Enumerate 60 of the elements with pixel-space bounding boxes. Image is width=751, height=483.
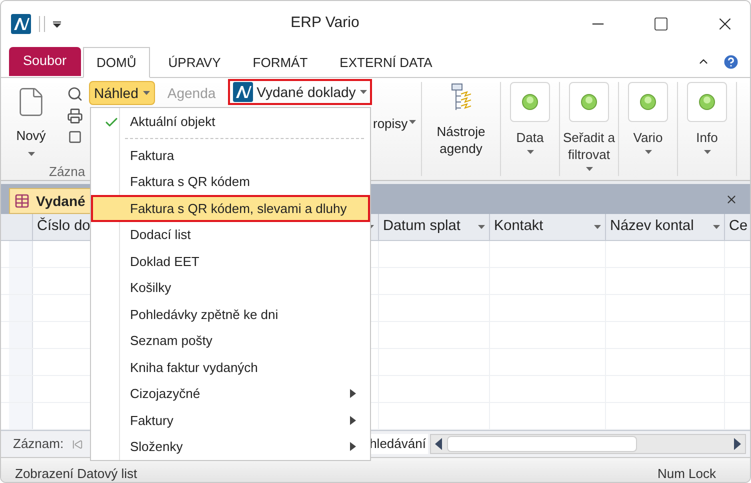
ribbon-button[interactable]	[510, 82, 550, 122]
status-indicator: Num Lock	[657, 464, 716, 482]
column-header[interactable]: Ce	[725, 214, 750, 240]
preview-icon[interactable]	[67, 86, 83, 102]
partial-button-label[interactable]: ropisy	[373, 114, 408, 134]
submenu-arrow-icon	[350, 416, 356, 425]
ribbon-button[interactable]	[687, 82, 727, 122]
menu-item[interactable]: Faktura s QR kódem, slevami a dluhy	[91, 195, 370, 222]
submenu-arrow-icon	[350, 442, 356, 452]
horizontal-scrollbar[interactable]	[430, 434, 746, 454]
preview-dropdown[interactable]: Náhled	[89, 81, 156, 105]
menu-item[interactable]: Dodací list	[91, 222, 370, 248]
status-text: Zobrazení Datový list	[15, 464, 138, 482]
print-icon[interactable]	[67, 108, 83, 124]
group-label: Zázna	[49, 163, 86, 181]
menu-item[interactable]: Kniha faktur vydaných	[91, 354, 370, 380]
status-light-icon	[640, 94, 656, 110]
logo-icon	[232, 82, 253, 102]
table-icon	[14, 193, 30, 209]
menu-item[interactable]: Seznam pošty	[91, 328, 370, 354]
menu-item[interactable]: Složenky	[91, 434, 370, 460]
column-header[interactable]: Datum splat	[379, 214, 490, 240]
scroll-thumb[interactable]	[446, 436, 637, 452]
tree-icon	[451, 83, 471, 113]
logo-icon	[11, 14, 31, 34]
tools-button[interactable]: Nástroje agendy	[431, 123, 491, 157]
column-header[interactable]: Název kontal	[606, 214, 725, 240]
button-label: Data	[515, 129, 545, 146]
status-light-icon	[522, 94, 538, 110]
menu-item[interactable]: Doklad EET	[91, 248, 370, 274]
menu-item[interactable]: Faktury	[91, 407, 370, 434]
record-label: Záznam:	[13, 435, 64, 454]
ribbon-tab[interactable]: FORMÁT	[238, 47, 322, 78]
ribbon-tab[interactable]: DOMŮ	[82, 47, 150, 78]
menu-item[interactable]: Košilky	[91, 274, 370, 301]
file-tab[interactable]: Soubor	[9, 47, 81, 76]
menu-item[interactable]: Cizojazyčné	[91, 380, 370, 407]
status-light-icon	[699, 94, 715, 110]
ribbon-button[interactable]	[569, 82, 609, 122]
maximize-icon[interactable]	[653, 16, 669, 32]
ribbon-tab[interactable]: EXTERNÍ DATA	[326, 47, 446, 78]
button-label: Seřadit a filtrovat	[562, 129, 616, 163]
help-icon[interactable]	[722, 53, 740, 71]
button-label: Vario	[632, 129, 664, 146]
menu-item[interactable]: Aktuální objekt	[91, 108, 370, 136]
window-title: ERP Vario	[290, 14, 360, 32]
menu-item[interactable]: Faktura	[91, 142, 370, 168]
first-record-icon[interactable]	[72, 438, 83, 450]
menu-item[interactable]: Pohledávky zpětně ke dni	[91, 301, 370, 328]
new-button[interactable]: Nový	[16, 126, 46, 146]
status-light-icon	[581, 94, 597, 110]
documents-dropdown[interactable]: Vydané doklady	[228, 79, 372, 105]
page-icon[interactable]	[68, 130, 82, 144]
ribbon-button[interactable]	[628, 82, 668, 122]
button-label: Info	[695, 129, 719, 146]
close-document-icon[interactable]	[725, 193, 738, 206]
submenu-arrow-icon	[350, 389, 356, 398]
dropdown-icon[interactable]	[53, 20, 61, 28]
ribbon-tab[interactable]: ÚPRAVY	[154, 47, 235, 78]
column-header[interactable]: Kontakt	[490, 214, 606, 240]
